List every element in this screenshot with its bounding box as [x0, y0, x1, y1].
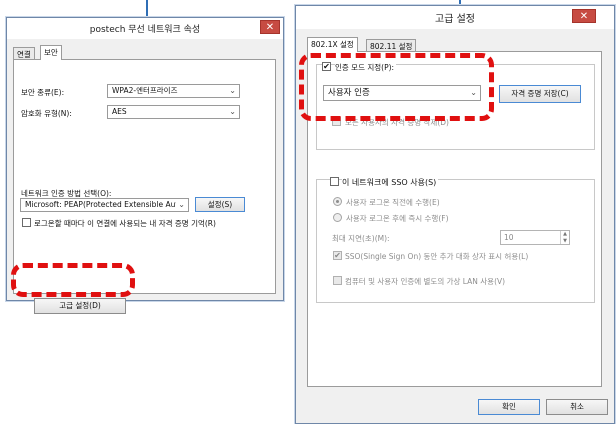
- security-panel: 보안 종류(E): WPA2-엔터프라이즈 ⌄ 암호화 유형(N): AES ⌄…: [13, 59, 276, 314]
- remember-credentials-checkbox[interactable]: [22, 218, 31, 227]
- separate-vlan-checkbox[interactable]: [333, 276, 342, 285]
- left-window-title: postech 무선 네트워크 속성: [89, 24, 201, 35]
- encryption-type-label: 암호화 유형(N):: [21, 109, 72, 118]
- separate-vlan-label: 컴퓨터 및 사용자 인증에 별도의 가상 LAN 사용(V): [345, 277, 506, 286]
- sso-after-logon-radio[interactable]: [333, 213, 342, 222]
- right-window-title: 고급 설정: [435, 13, 475, 25]
- enable-sso-checkbox[interactable]: [330, 177, 339, 186]
- settings-button[interactable]: 설정(S): [195, 197, 245, 212]
- spinner-arrows-icon: ▲ ▼: [560, 231, 569, 244]
- sso-dialogs-label: SSO(Single Sign On) 동안 추가 대화 상자 표시 허용(L): [345, 252, 529, 261]
- chevron-down-icon: ⌄: [229, 86, 236, 95]
- security-type-value: WPA2-엔터프라이즈: [112, 86, 178, 95]
- left-window-titlebar: postech 무선 네트워크 속성: [7, 18, 283, 38]
- encryption-type-select[interactable]: AES ⌄: [107, 105, 240, 119]
- sso-before-logon-label: 사용자 로그온 직전에 수행(E): [346, 198, 440, 207]
- auth-method-value: Microsoft: PEAP(Protected Extensible Aut…: [25, 200, 184, 209]
- sso-dialogs-checkbox[interactable]: ✔: [333, 251, 342, 260]
- max-delay-value: 10: [504, 233, 514, 242]
- left-close-button[interactable]: ✕: [260, 20, 280, 34]
- max-delay-spinner[interactable]: 10 ▲ ▼: [500, 230, 570, 245]
- chevron-down-icon: ⌄: [176, 199, 185, 211]
- encryption-type-value: AES: [112, 107, 127, 116]
- security-type-label: 보안 종류(E):: [21, 88, 65, 97]
- sso-before-logon-radio[interactable]: [333, 197, 342, 206]
- save-credentials-button[interactable]: 자격 증명 저장(C): [499, 85, 581, 103]
- cancel-button[interactable]: 취소: [546, 399, 608, 415]
- chevron-down-icon: ⌄: [229, 107, 236, 116]
- right-close-button[interactable]: ✕: [572, 9, 596, 23]
- enable-sso-label: 이 네트워크에 SSO 사용(S): [342, 177, 439, 188]
- ok-button[interactable]: 확인: [478, 399, 540, 415]
- connector-line-left: [146, 0, 148, 16]
- advanced-button-highlight: [11, 263, 135, 297]
- auth-mode-highlight: [299, 53, 494, 121]
- remember-credentials-label: 로그온할 때마다 이 연결에 사용되는 내 자격 증명 기억(R): [34, 219, 216, 228]
- tab-8021x-settings[interactable]: 802.1X 설정: [307, 37, 358, 52]
- auth-method-select[interactable]: Microsoft: PEAP(Protected Extensible Aut…: [20, 198, 189, 212]
- left-window-client: 연결 보안 보안 종류(E): WPA2-엔터프라이즈 ⌄ 암호화 유형(N):…: [7, 39, 283, 314]
- advanced-settings-button[interactable]: 고급 설정(D): [34, 298, 126, 314]
- sso-after-logon-label: 사용자 로그온 후에 즉시 수행(F): [346, 214, 449, 223]
- max-delay-label: 최대 지연(초)(M):: [332, 234, 390, 243]
- right-window-titlebar: 고급 설정: [296, 6, 614, 28]
- security-type-select[interactable]: WPA2-엔터프라이즈 ⌄: [107, 84, 240, 98]
- tab-security[interactable]: 보안: [40, 45, 62, 60]
- wireless-properties-window: postech 무선 네트워크 속성 ✕ 연결 보안 보안 종류(E): WPA…: [6, 17, 284, 314]
